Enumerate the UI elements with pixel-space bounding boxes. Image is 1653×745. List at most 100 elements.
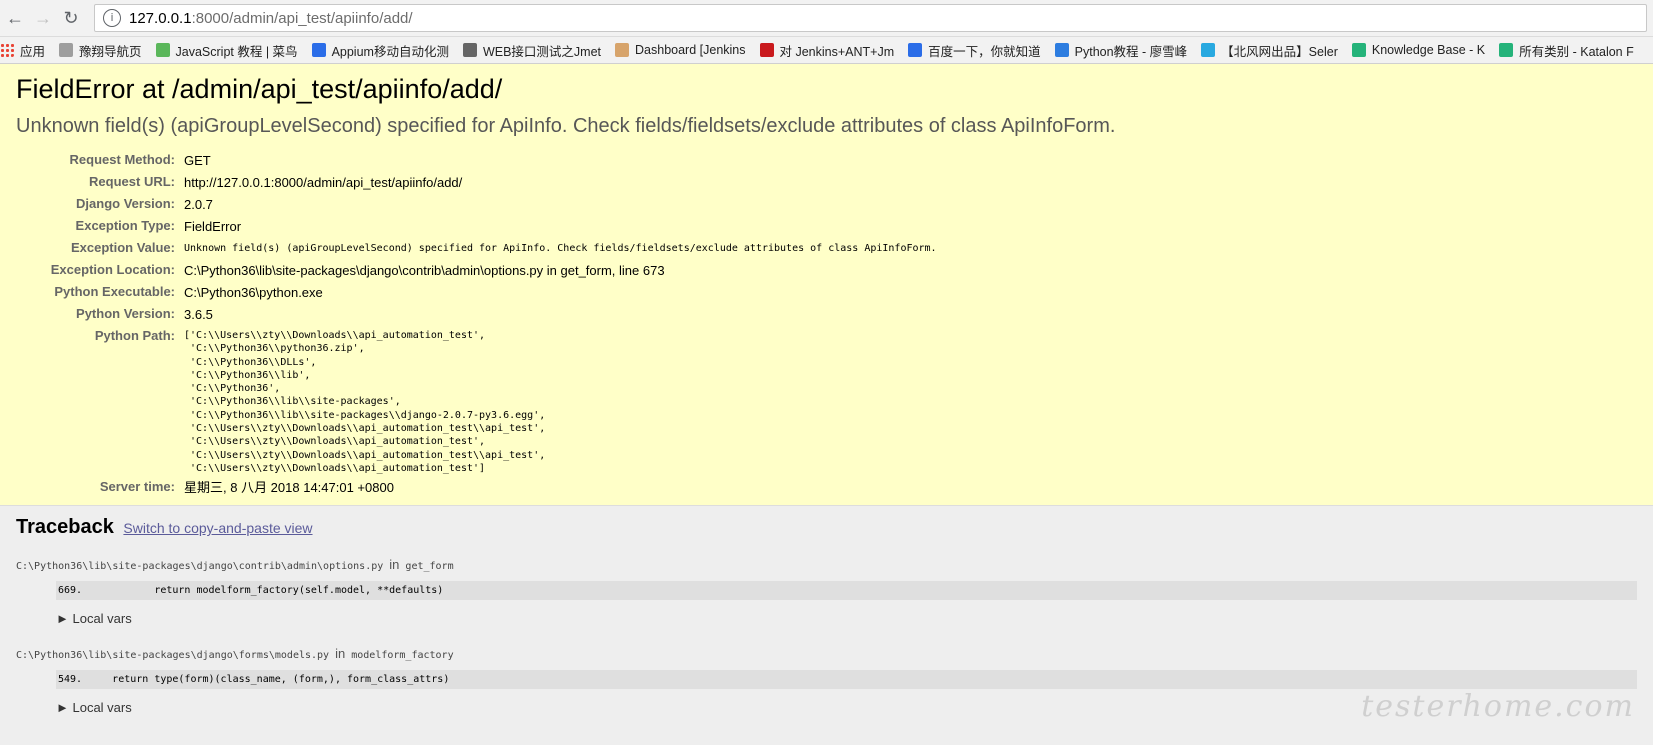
traceback-heading: Traceback Switch to copy-and-paste view — [16, 516, 1637, 539]
meta-row: Exception Value: Unknown field(s) (apiGro… — [20, 238, 938, 260]
meta-label: Exception Value: — [70, 240, 175, 255]
bookmark-label: 百度一下，你就知道 — [928, 44, 1041, 59]
meta-row: Request Method: GET — [20, 150, 938, 172]
error-summary: FieldError at /admin/api_test/apiinfo/ad… — [0, 64, 1653, 507]
python-path-entry: 'C:\\Users\\zty\\Downloads\\api_automati… — [184, 449, 546, 461]
url-path: :8000/admin/api_test/apiinfo/add/ — [191, 9, 413, 27]
python-path-entry: ['C:\\Users\\zty\\Downloads\\api_automat… — [184, 330, 486, 341]
exception-message: Unknown field(s) (apiGroupLevelSecond) s… — [16, 115, 1116, 137]
meta-row: Django Version: 2.0.7 — [20, 194, 938, 216]
meta-value: 星期三, 8 八月 2018 14:47:01 +0800 — [184, 480, 394, 496]
frame-path: C:\Python36\lib\site-packages\django\con… — [16, 561, 390, 573]
bookmark-label: JavaScript 教程 | 菜鸟 — [175, 44, 298, 59]
baidu-paw-icon — [311, 43, 326, 57]
url-host: 127.0.0.1 — [129, 9, 192, 27]
bookmark-item[interactable]: 百度一下，你就知道 — [908, 41, 1041, 60]
python-path-entry: 'C:\\Users\\zty\\Downloads\\api_automati… — [184, 436, 486, 448]
apps-grid-icon — [0, 43, 14, 57]
meta-value: C:\Python36\lib\site-packages\django\con… — [184, 263, 665, 278]
meta-label: Python Version: — [76, 306, 175, 321]
baidu-paw-icon — [908, 43, 923, 57]
meta-row: Server time: 星期三, 8 八月 2018 14:47:01 +080… — [20, 477, 938, 499]
bookmark-label: Knowledge Base - K — [1371, 43, 1486, 57]
meta-value: ['C:\\Users\\zty\\Downloads\\api_automat… — [183, 326, 938, 477]
bookmark-label: 对 Jenkins+ANT+Jm — [779, 44, 895, 59]
katalon-icon — [1499, 43, 1514, 57]
meta-label: Python Executable: — [54, 284, 175, 299]
meta-label: Request Method: — [69, 152, 175, 167]
local-vars-toggle[interactable]: ► Local vars — [56, 611, 1637, 626]
diamond-icon — [1201, 43, 1216, 57]
meta-label: Server time: — [99, 479, 175, 495]
frame-function: modelform_factory — [345, 650, 454, 662]
bookmark-item[interactable]: 【北风网出品】Seler — [1201, 41, 1338, 60]
frame-context-line[interactable]: 549. return type(form)(class_name, (form… — [56, 670, 1637, 690]
bookmark-item[interactable]: 应用 — [0, 41, 45, 60]
page-title: FieldError at /admin/api_test/apiinfo/ad… — [16, 74, 503, 104]
frame-in: in — [335, 646, 346, 662]
runoob-icon — [155, 43, 170, 57]
reload-icon[interactable]: ↻ — [58, 5, 84, 31]
python-path-entry: 'C:\\Python36\\lib\\site-packages', — [184, 396, 401, 408]
rocket-icon — [1054, 43, 1069, 57]
python-path-entry: 'C:\\Python36\\DLLs', — [184, 356, 317, 368]
traceback-title: Traceback — [16, 516, 114, 539]
bookmark-label: Dashboard [Jenkins — [635, 43, 746, 57]
bookmark-label: Appium移动自动化测 — [331, 44, 449, 59]
meta-value: http://127.0.0.1:8000/admin/api_test/api… — [184, 175, 463, 190]
python-path-entry: 'C:\\Python36', — [184, 383, 281, 395]
cnblogs-icon — [462, 43, 477, 57]
bookmark-item[interactable]: 对 Jenkins+ANT+Jm — [759, 41, 895, 60]
bookmark-item[interactable]: Dashboard [Jenkins — [615, 43, 746, 57]
meta-label: Exception Location: — [50, 262, 175, 277]
bookmark-item[interactable]: JavaScript 教程 | 菜鸟 — [155, 41, 298, 60]
meta-row: Python Version: 3.6.5 — [20, 304, 938, 326]
python-path-entry: 'C:\\Python36\\lib\\site-packages\\djang… — [184, 409, 546, 421]
meta-value: Unknown field(s) (apiGroupLevelSecond) s… — [184, 243, 937, 254]
meta-label: Request URL: — [89, 174, 175, 189]
meta-label: Exception Type: — [75, 218, 175, 233]
python-path-entry: 'C:\\Python36\\python36.zip', — [184, 343, 365, 355]
python-path-entry: 'C:\\Users\\zty\\Downloads\\api_automati… — [184, 423, 546, 435]
bookmark-label: 所有类别 - Katalon F — [1519, 44, 1634, 59]
forward-arrow-icon[interactable]: → — [30, 5, 56, 31]
meta-label: Python Path: — [94, 328, 175, 343]
back-arrow-icon[interactable]: ← — [2, 5, 28, 31]
frame-file-path: C:\Python36\lib\site-packages\django\con… — [16, 557, 1637, 572]
meta-value: 3.6.5 — [184, 307, 213, 322]
bookmark-item[interactable]: Appium移动自动化测 — [311, 41, 449, 60]
katalon-icon — [1351, 43, 1366, 57]
bookmark-item[interactable]: 豫翔导航页 — [59, 41, 142, 60]
bookmarks-bar: 应用 豫翔导航页 JavaScript 教程 | 菜鸟 Appium移动自动化测 WEB… — [0, 37, 1653, 64]
bookmark-item[interactable]: Knowledge Base - K — [1351, 43, 1486, 57]
meta-label: Django Version: — [76, 196, 175, 211]
meta-row: Python Executable: C:\Python36\python.exe — [20, 282, 938, 304]
bookmark-item[interactable]: 所有类别 - Katalon F — [1499, 41, 1634, 60]
meta-value: C:\Python36\python.exe — [184, 285, 323, 300]
info-icon[interactable]: i — [103, 9, 121, 27]
frame-file-path: C:\Python36\lib\site-packages\django\for… — [16, 646, 1637, 661]
bookmark-item[interactable]: Python教程 - 廖雪峰 — [1054, 41, 1187, 60]
bookmark-label: 应用 — [20, 44, 46, 59]
watermark: testerhome.com — [1361, 689, 1635, 724]
frame-function: get_form — [399, 561, 454, 573]
meta-value: FieldError — [184, 219, 242, 234]
request-meta-table: Request Method: GET Request URL: http://127… — [20, 150, 938, 499]
bookmark-item[interactable]: WEB接口测试之Jmet — [462, 41, 602, 60]
frame-path: C:\Python36\lib\site-packages\django\for… — [16, 650, 336, 662]
frame-context-line[interactable]: 669. return modelform_factory(self.model… — [56, 581, 1637, 601]
python-path-entry: 'C:\\Users\\zty\\Downloads\\api_automati… — [184, 462, 486, 474]
bookmark-label: 【北风网出品】Seler — [1221, 44, 1338, 59]
frame-in: in — [389, 557, 400, 573]
meta-value: 2.0.7 — [184, 197, 213, 212]
meta-row: Exception Location: C:\Python36\lib\site-… — [20, 260, 938, 282]
page-icon — [59, 43, 74, 57]
jenkins-icon — [615, 43, 630, 57]
address-bar[interactable]: i 127.0.0.1:8000/admin/api_test/apiinfo/… — [94, 4, 1647, 32]
meta-row: Exception Type: FieldError — [20, 216, 938, 238]
switch-view-link[interactable]: Switch to copy-and-paste view — [123, 520, 312, 536]
python-path-entry: 'C:\\Python36\\lib', — [184, 369, 311, 381]
browser-toolbar: ← → ↻ i 127.0.0.1:8000/admin/api_test/ap… — [0, 0, 1653, 37]
bookmark-label: 豫翔导航页 — [79, 44, 142, 59]
bookmark-label: WEB接口测试之Jmet — [482, 44, 602, 59]
